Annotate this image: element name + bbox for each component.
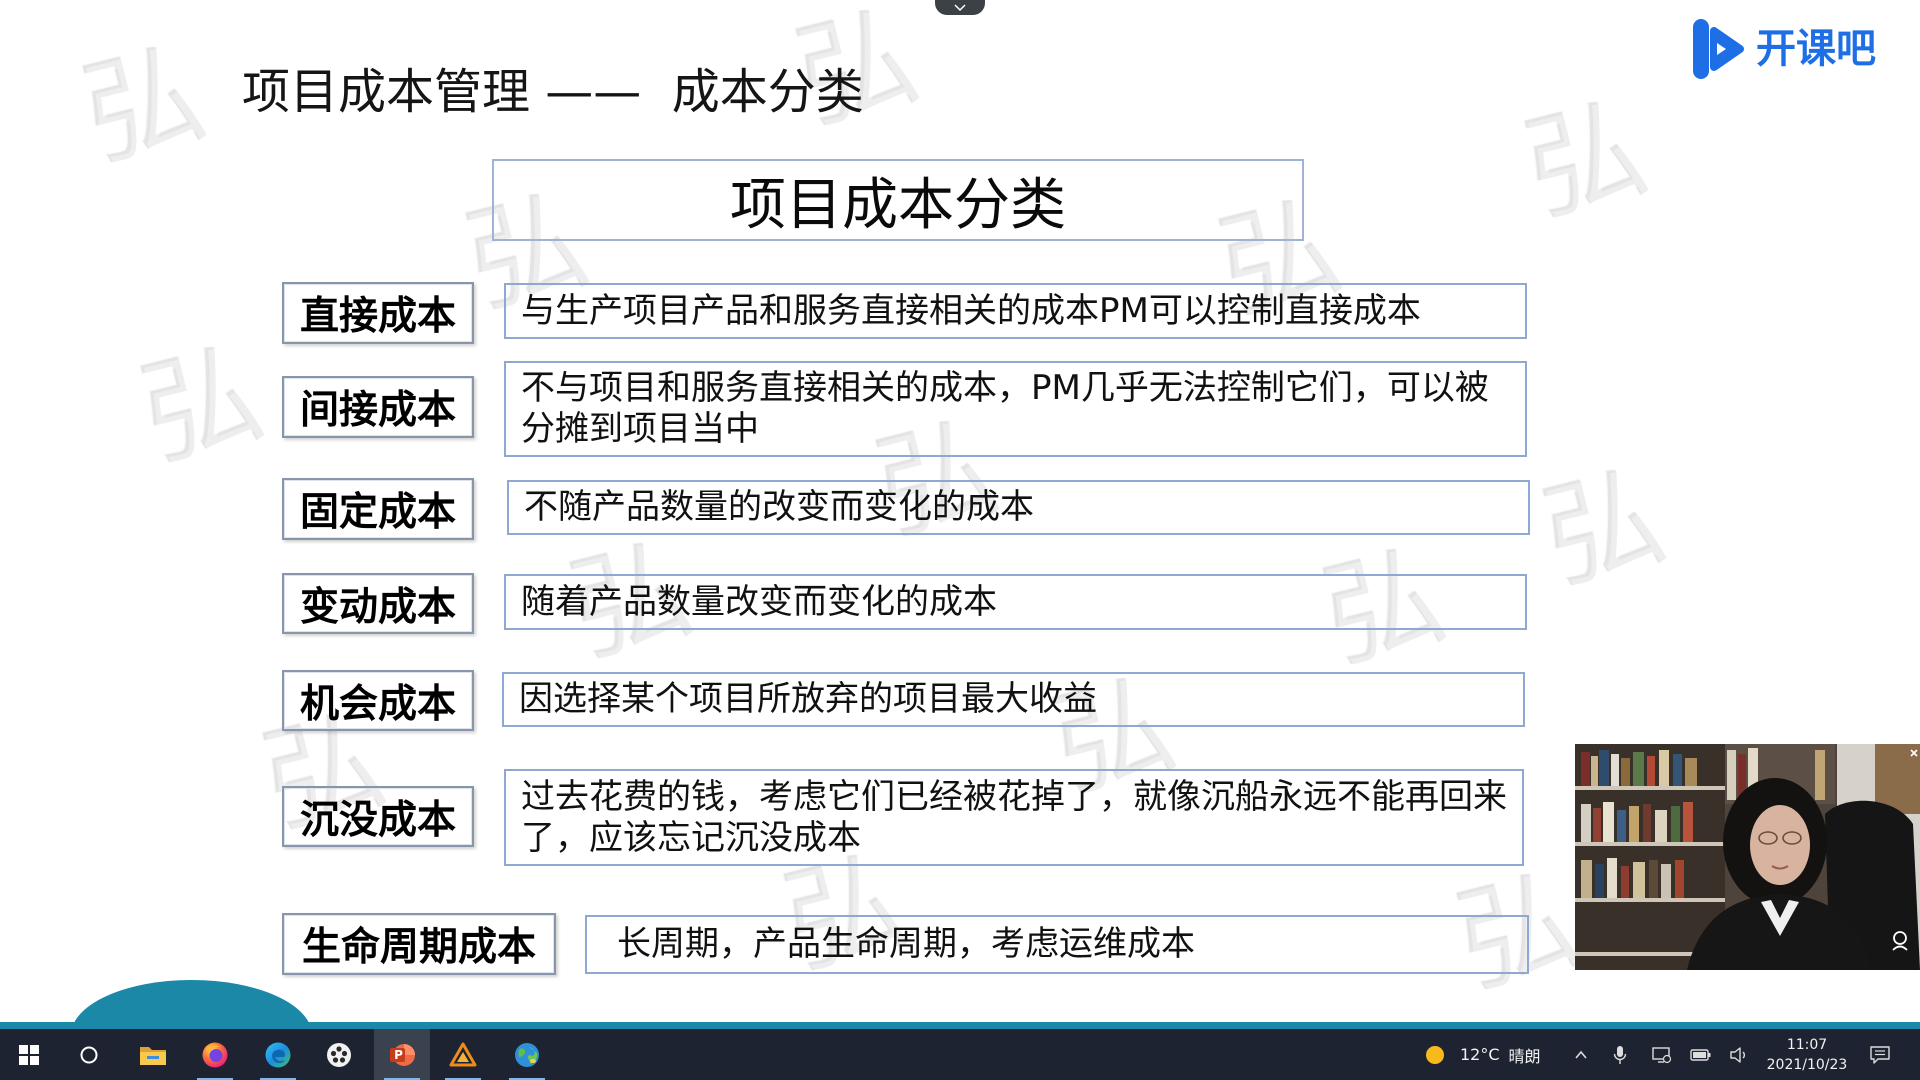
cost-type-label: 变动成本 <box>282 573 474 634</box>
taskbar-browser[interactable] <box>499 1029 555 1080</box>
presenter-webcam-feed[interactable] <box>1575 744 1920 970</box>
slide-title: 项目成本管理 —— 成本分类 <box>242 64 864 120</box>
chevron-up-icon <box>1575 1050 1587 1059</box>
action-center-button[interactable] <box>1866 1029 1894 1080</box>
taskbar-edge[interactable] <box>250 1029 306 1080</box>
brand-name: 开课吧 <box>1756 26 1876 72</box>
description-line: 了，应该忘记沉没成本 <box>521 817 861 858</box>
weather-widget[interactable]: 12°C 晴朗 <box>1424 1029 1541 1080</box>
microphone-icon <box>1613 1045 1627 1064</box>
network-icon <box>1652 1046 1672 1063</box>
description-line: 因选择某个项目所放弃的项目最大收益 <box>519 679 1097 719</box>
taskbar-app[interactable] <box>311 1029 367 1080</box>
description-line: 随着产品数量改变而变化的成本 <box>521 581 997 622</box>
cost-type-label: 沉没成本 <box>282 786 474 847</box>
brand-logo: 开课吧 <box>1690 17 1876 81</box>
firefox-icon <box>202 1042 228 1067</box>
watermark: 弘 <box>70 22 218 186</box>
microphone-status[interactable] <box>1606 1029 1634 1080</box>
cost-type-label: 固定成本 <box>282 478 474 540</box>
presentation-slide: 弘 弘 弘 弘 弘 弘 弘 弘 弘 弘 弘 弘 弘 弘 项目成本管理 —— 成本… <box>0 0 1920 1029</box>
powerpoint-icon-letter: P <box>394 1047 403 1062</box>
cost-type-description: 与生产项目产品和服务直接相关的成本PM可以控制直接成本 <box>504 283 1527 339</box>
cost-type-label: 直接成本 <box>282 282 474 344</box>
show-hidden-icons-button[interactable] <box>1567 1029 1595 1080</box>
globe-icon <box>515 1042 539 1067</box>
cost-type-description: 不与项目和服务直接相关的成本，PM几乎无法控制它们，可以被 分摊到项目当中 <box>504 361 1527 457</box>
description-line: 不随产品数量的改变而变化的成本 <box>524 487 1034 527</box>
cost-type-description: 不随产品数量的改变而变化的成本 <box>507 480 1530 535</box>
clock-date: 2021/10/23 <box>1766 1057 1848 1073</box>
taskbar-file-explorer[interactable] <box>125 1029 181 1080</box>
volume-icon <box>1730 1046 1745 1063</box>
description-line: 长周期，产品生命周期，考虑运维成本 <box>617 924 1195 964</box>
search-icon <box>80 1046 98 1063</box>
description-line: 过去花费的钱，考虑它们已经被花掉了，就像沉船永远不能再回来 <box>521 776 1507 817</box>
battery-icon <box>1690 1048 1711 1061</box>
cost-type-description: 因选择某个项目所放弃的项目最大收益 <box>502 672 1525 727</box>
taskbar-powerpoint[interactable]: P <box>374 1029 430 1080</box>
weather-temperature: 12°C <box>1460 1045 1500 1064</box>
taskbar-firefox[interactable] <box>187 1029 243 1080</box>
edge-icon <box>265 1042 291 1067</box>
notification-icon <box>1870 1045 1890 1064</box>
cost-type-description: 随着产品数量改变而变化的成本 <box>504 574 1527 630</box>
taskbar-clock[interactable]: 11:07 2021/10/23 <box>1762 1035 1852 1075</box>
cost-type-label: 间接成本 <box>282 376 474 438</box>
network-status[interactable] <box>1648 1029 1676 1080</box>
start-button[interactable] <box>1 1029 57 1080</box>
windows-icon <box>19 1044 39 1065</box>
powerpoint-icon: P <box>388 1041 416 1069</box>
volume-control[interactable] <box>1725 1029 1753 1080</box>
sun-icon <box>1426 1045 1444 1064</box>
cost-type-label: 生命周期成本 <box>282 913 556 975</box>
search-button[interactable] <box>61 1029 117 1080</box>
clock-time: 11:07 <box>1786 1037 1828 1053</box>
watermark: 弘 <box>1530 445 1678 609</box>
chevron-down-icon <box>954 3 966 11</box>
cost-type-label: 机会成本 <box>282 670 474 731</box>
watermark: 弘 <box>128 322 276 486</box>
screen: 弘 弘 弘 弘 弘 弘 弘 弘 弘 弘 弘 弘 弘 弘 项目成本管理 —— 成本… <box>0 0 1920 1080</box>
battery-status[interactable] <box>1687 1029 1715 1080</box>
watermark: 弘 <box>1512 77 1660 241</box>
cost-type-description: 长周期，产品生命周期，考虑运维成本 <box>585 915 1529 974</box>
section-header: 项目成本分类 <box>492 159 1304 241</box>
description-line: 与生产项目产品和服务直接相关的成本PM可以控制直接成本 <box>521 290 1421 331</box>
slide-bottom-band <box>0 1022 1920 1029</box>
weather-condition: 晴朗 <box>1508 1046 1541 1066</box>
taskbar-app[interactable] <box>435 1029 491 1080</box>
presenter-video-image <box>1575 744 1920 970</box>
description-line: 分摊到项目当中 <box>521 409 759 449</box>
description-line: 不与项目和服务直接相关的成本，PM几乎无法控制它们，可以被 <box>521 368 1489 408</box>
cost-type-description: 过去花费的钱，考虑它们已经被花掉了，就像沉船永远不能再回来 了，应该忘记沉没成本 <box>504 769 1524 866</box>
triangle-app-icon <box>449 1042 477 1066</box>
toolbar-toggle-handle[interactable] <box>935 0 985 15</box>
folder-icon <box>140 1046 166 1065</box>
kaikeba-logo-icon <box>1693 19 1744 79</box>
dots-app-icon <box>327 1042 351 1067</box>
windows-taskbar: P 12°C 晴朗 11:07 2021/10/23 <box>0 1029 1920 1080</box>
